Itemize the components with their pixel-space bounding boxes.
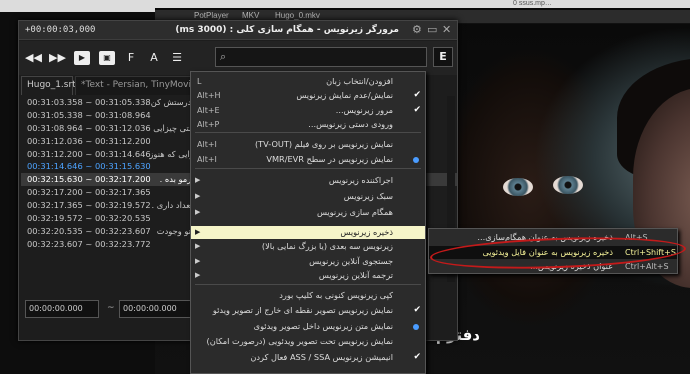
submenu-arrow-icon: ▶ [195, 176, 201, 184]
file-tab[interactable]: Hugo_1.srt [21, 76, 76, 95]
menu-item-shortcut: Alt+I [197, 140, 217, 149]
sync-offset-clock: +00:00:03,000 [25, 25, 96, 35]
menu-item[interactable]: کپی زیرنویس کنونی به کلیپ بورد [191, 289, 425, 302]
menu-item-label: افزودن/انتخاب زبان [326, 76, 393, 86]
submenu-arrow-icon: ▶ [195, 208, 201, 216]
menu-item-label: نمایش/عدم نمایش زیرنویس [296, 90, 393, 100]
video-figure-eye [503, 178, 533, 196]
menu-item[interactable]: افزودن/انتخاب زبان L [191, 75, 425, 88]
subtitle-browser-title: مرورگر زیرنویس - همگام سازی کلی : (3000 … [175, 25, 399, 35]
menu-item[interactable]: نمایش متن زیرنویس داخل تصویر ویدئوی [191, 320, 425, 333]
time-from-input[interactable]: 00:00:00.000 [25, 300, 99, 318]
subtitle-row-time: 00:31:05.338 ~ 00:31:08.964 [27, 109, 151, 120]
menu-item-shortcut: Alt+I [197, 155, 217, 164]
subtitle-row-time: 00:31:14.646 ~ 00:31:15.630 [27, 161, 151, 172]
screen: 0 ssus.mp… PotPlayer MKV Hugo_0.mkv دفتر… [0, 0, 690, 374]
menu-item-label: کپی زیرنویس کنونی به کلیپ بورد [279, 290, 393, 300]
checkmark-icon: ✔ [413, 90, 421, 100]
subtitle-row-time: 00:31:12.036 ~ 00:31:12.200 [27, 135, 151, 146]
menu-item-label: نمایش زیرنویس تصویر نقطه ای خارج از تصوی… [212, 305, 393, 315]
menu-separator [195, 168, 421, 169]
next-subtitle-button[interactable]: ▶▶ [49, 51, 66, 65]
submenu-arrow-icon: ▶ [195, 257, 201, 265]
menu-item-label: زیرنویس سه بعدی (یا بزرگ نمایی بالا) [261, 241, 393, 251]
font-button[interactable]: F [123, 51, 139, 65]
subtitle-search-input[interactable]: ⌕ [215, 47, 427, 67]
menu-item-label: مرور زیرنویس... [335, 105, 393, 115]
submenu-arrow-icon: ▶ [195, 242, 201, 250]
menu-item-label: نمایش متن زیرنویس داخل تصویر ویدئوی [253, 321, 393, 331]
background-window-text: 0 ssus.mp… [513, 0, 552, 7]
close-icon[interactable]: ✕ [442, 23, 451, 36]
menu-item[interactable]: انیمیشن زیرنویس ASS / SSA فعال کردن ✔ [191, 351, 425, 364]
subtitle-row-time: 00:32:20.535 ~ 00:32:23.607 [27, 225, 151, 236]
menu-item[interactable]: جستجوی آنلاین زیرنویس ▶ [191, 255, 425, 268]
submenu-arrow-icon: ▶ [195, 192, 201, 200]
menu-item[interactable]: نمایش/عدم نمایش زیرنویس Alt+H ✔ [191, 89, 425, 102]
menu-icon[interactable]: ☰ [169, 51, 185, 65]
menu-item[interactable]: ورودی دستی زیرنویس... Alt+P [191, 118, 425, 131]
menu-item-label: جستجوی آنلاین زیرنویس [309, 256, 393, 266]
edit-subtitle-button[interactable]: ▣ [99, 51, 115, 65]
menu-item-label: نمایش زیرنویس در سطح VMR/EVR [266, 154, 393, 164]
play-subtitle-button[interactable]: ▶ [74, 51, 90, 65]
menu-item-label: سبک زیرنویس [343, 191, 393, 201]
menu-item-shortcut: Alt+P [197, 120, 220, 129]
radio-dot-icon [413, 324, 419, 330]
edit-mode-button[interactable]: E [433, 47, 453, 67]
menu-item-label: اجراکننده زیرنویس [328, 175, 393, 185]
subtitle-row-time: 00:32:15.630 ~ 00:32:17.200 [27, 174, 151, 185]
menu-item-shortcut: L [197, 77, 202, 86]
menu-separator [195, 284, 421, 285]
radio-dot-icon [413, 157, 419, 163]
video-figure-eye [553, 176, 583, 194]
menu-item[interactable]: نمایش زیرنویس در سطح VMR/EVR Alt+I [191, 153, 425, 166]
menu-item[interactable]: ترجمه آنلاین زیرنویس ▶ [191, 269, 425, 282]
menu-item-label: ذخیره زیرنویس [340, 227, 393, 237]
subtitle-context-menu: افزودن/انتخاب زبان L نمایش/عدم نمایش زیرنو… [190, 71, 426, 374]
checkmark-icon: ✔ [413, 352, 421, 362]
menu-separator [195, 132, 421, 133]
subtitle-browser-titlebar[interactable]: +00:00:03,000 مرورگر زیرنویس - همگام ساز… [19, 21, 457, 40]
menu-item[interactable]: زیرنویس سه بعدی (یا بزرگ نمایی بالا) ▶ [191, 240, 425, 253]
checkmark-icon: ✔ [413, 105, 421, 115]
subtitle-row-time: 00:32:17.200 ~ 00:32:17.365 [27, 187, 151, 198]
menu-item-label: نمایش زیرنویس بر روی فیلم (TV-OUT) [254, 139, 393, 149]
menu-item-shortcut: Alt+E [197, 106, 220, 115]
menu-item[interactable]: ذخیره زیرنویس ▶ [191, 226, 425, 239]
menu-item-label: ورودی دستی زیرنویس... [308, 119, 393, 129]
menu-item-label: انیمیشن زیرنویس ASS / SSA فعال کردن [250, 352, 393, 362]
checkmark-icon: ✔ [413, 305, 421, 315]
subtitle-row-time: 00:31:08.964 ~ 00:31:12.036 [27, 122, 151, 133]
time-range-separator: ~ [107, 303, 115, 313]
subtitle-row-time: 00:32:23.607 ~ 00:32:23.772 [27, 238, 151, 249]
previous-subtitle-button[interactable]: ◀◀ [25, 51, 42, 65]
menu-item[interactable]: مرور زیرنویس... Alt+E ✔ [191, 104, 425, 117]
menu-item[interactable]: نمایش زیرنویس تصویر نقطه ای خارج از تصوی… [191, 304, 425, 317]
submenu-arrow-icon: ▶ [195, 271, 201, 279]
subtitle-row-time: 00:31:03.358 ~ 00:31:05.338 [27, 97, 151, 107]
menu-item[interactable]: سبک زیرنویس ▶ [191, 190, 425, 203]
menu-item[interactable]: نمایش زیرنویس بر روی فیلم (TV-OUT) Alt+I [191, 138, 425, 151]
subtitle-row-time: 00:31:12.200 ~ 00:31:14.646 [27, 148, 151, 159]
menu-item-label: همگام سازی زیرنویس [316, 207, 393, 217]
menu-item[interactable]: همگام سازی زیرنویس ▶ [191, 206, 425, 219]
settings-gear-icon[interactable]: ⚙ [412, 23, 422, 36]
text-size-button[interactable]: A [146, 51, 162, 65]
menu-item[interactable]: اجراکننده زیرنویس ▶ [191, 174, 425, 187]
time-to-input[interactable]: 00:00:00.000 [119, 300, 193, 318]
subtitle-row-time: 00:32:19.572 ~ 00:32:20.535 [27, 213, 151, 224]
menu-item-shortcut: Alt+H [197, 91, 221, 100]
submenu-arrow-icon: ▶ [195, 228, 201, 236]
subtitle-row-time: 00:32:17.365 ~ 00:32:19.572 [27, 200, 151, 211]
menu-item[interactable]: نمایش زیرنویس تحت تصویر ویدئویی (درصورت … [191, 335, 425, 348]
menu-item-label: ترجمه آنلاین زیرنویس [318, 270, 393, 280]
search-icon: ⌕ [220, 50, 227, 63]
menu-item-label: نمایش زیرنویس تحت تصویر ویدئویی (درصورت … [206, 336, 394, 346]
minimize-icon[interactable]: ▭ [427, 23, 437, 36]
